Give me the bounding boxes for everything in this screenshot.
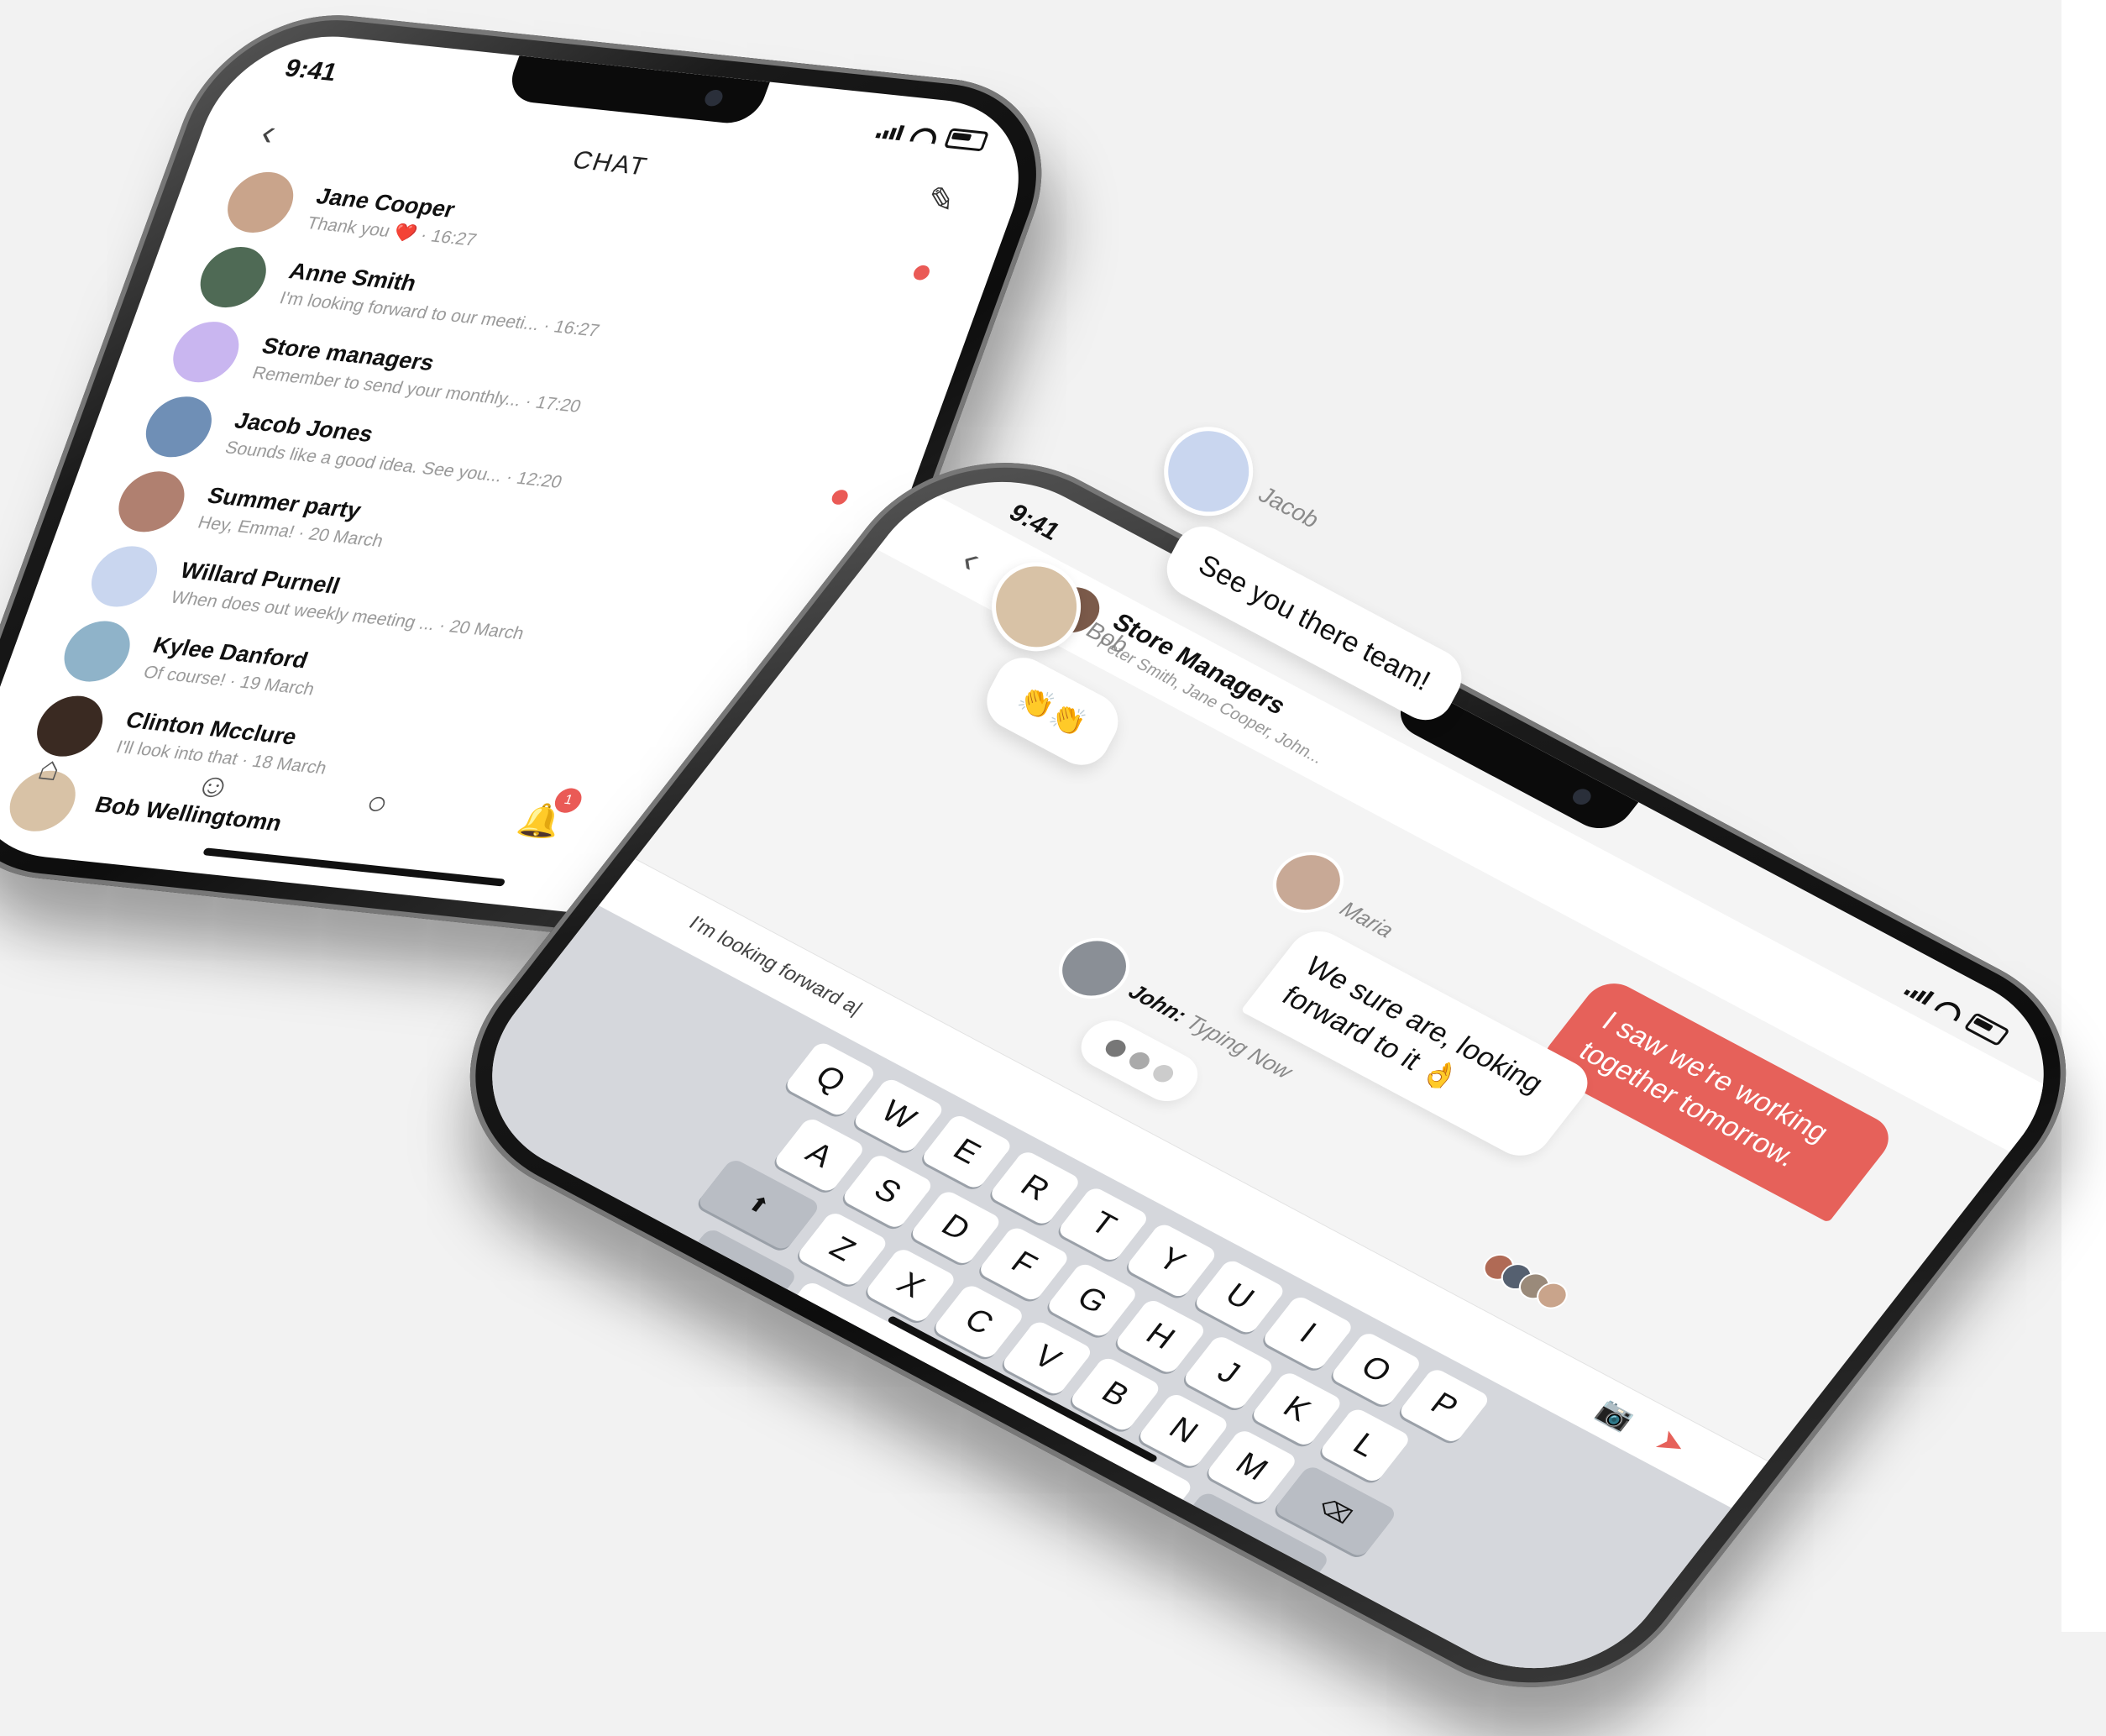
read-receipts (1477, 1249, 1574, 1314)
wifi-icon (1934, 997, 1966, 1022)
unread-dot (830, 489, 851, 506)
status-time: 9:41 (280, 54, 342, 87)
key-l[interactable]: L (1318, 1406, 1412, 1485)
avatar (218, 169, 303, 236)
avatar (109, 468, 194, 536)
sender-name: Maria (1334, 896, 1400, 942)
camera-icon[interactable]: 📷 (1591, 1393, 1641, 1434)
tab-chat[interactable]: ○ (341, 774, 413, 832)
avatar (191, 244, 275, 311)
battery-icon (943, 128, 990, 152)
key-p[interactable]: P (1396, 1366, 1492, 1445)
unread-dot (911, 265, 932, 281)
signal-icon (1903, 982, 1935, 1005)
avatar (1148, 411, 1269, 532)
tab-notifications[interactable]: 🔔 1 (505, 787, 585, 850)
received-message: We sure are, looking forward to it 👌 (1239, 922, 1600, 1166)
tab-home[interactable]: ⌂ (13, 740, 86, 798)
avatar (164, 318, 249, 385)
microphone-icon[interactable]: 🎙 (1400, 1698, 1462, 1708)
home-icon: ⌂ (33, 749, 67, 788)
sender-name: Jacob (1255, 480, 1323, 533)
emoji-icon[interactable]: ☺ (453, 1195, 508, 1243)
avatar (82, 543, 166, 611)
send-icon[interactable]: ➤ (1648, 1422, 1695, 1465)
sender-name: Bob (1082, 616, 1133, 659)
typing-user: John: (1124, 978, 1192, 1027)
page-edge (2061, 0, 2106, 1632)
tab-profile[interactable]: ☺ (177, 758, 249, 816)
avatar (55, 617, 139, 685)
battery-icon (1963, 1012, 2010, 1046)
profile-icon: ☺ (190, 766, 238, 805)
received-message: See you there team! (1156, 516, 1472, 731)
avatar (137, 393, 221, 460)
chat-icon: ○ (360, 784, 395, 822)
signal-icon (875, 123, 905, 141)
back-icon[interactable]: ‹ (952, 538, 992, 580)
wifi-icon (909, 126, 940, 144)
